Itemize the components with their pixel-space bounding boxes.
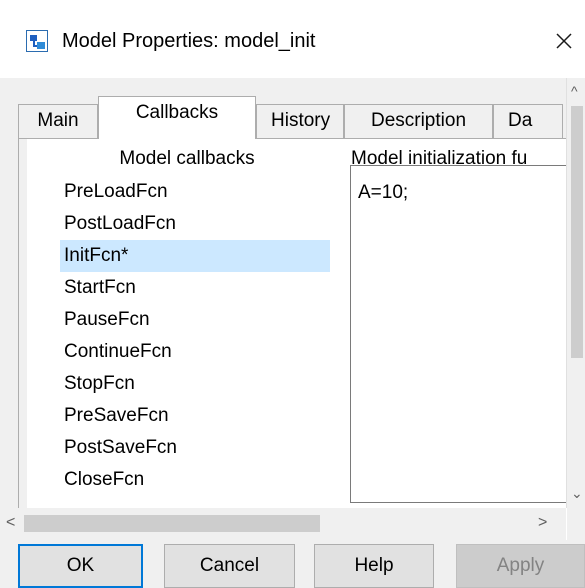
callback-item-startfcn[interactable]: StartFcn: [60, 272, 330, 304]
tab-history[interactable]: History: [256, 104, 344, 138]
scroll-up-icon[interactable]: ^: [571, 84, 578, 98]
scroll-left-icon[interactable]: <: [6, 515, 15, 531]
callback-item-preloadfcn[interactable]: PreLoadFcn: [60, 176, 330, 208]
callback-code-editor[interactable]: [350, 165, 567, 503]
callback-item-presavefcn[interactable]: PreSaveFcn: [60, 400, 330, 432]
callback-item-stopfcn[interactable]: StopFcn: [60, 368, 330, 400]
editor-code-text[interactable]: A=10;: [358, 181, 408, 205]
vertical-scroll-thumb[interactable]: [571, 106, 583, 358]
ok-button[interactable]: OK: [18, 544, 143, 588]
apply-button[interactable]: Apply: [456, 544, 585, 588]
scroll-down-icon[interactable]: ⌄: [571, 486, 583, 500]
model-properties-dialog: Model Properties: model_init Main Callba…: [0, 0, 585, 588]
callbacks-list: PreLoadFcn PostLoadFcn InitFcn* StartFcn…: [60, 176, 330, 496]
title-bar: Model Properties: model_init: [0, 0, 585, 78]
tab-callbacks[interactable]: Callbacks: [98, 96, 256, 139]
tab-description[interactable]: Description: [344, 104, 493, 138]
close-button[interactable]: [548, 22, 585, 60]
tab-data[interactable]: Da: [493, 104, 563, 138]
horizontal-scrollbar[interactable]: < >: [0, 508, 566, 540]
scroll-right-icon[interactable]: >: [538, 515, 547, 531]
help-button[interactable]: Help: [314, 544, 434, 588]
callback-item-postsavefcn[interactable]: PostSaveFcn: [60, 432, 330, 464]
tab-main[interactable]: Main: [18, 104, 98, 138]
callback-item-initfcn[interactable]: InitFcn*: [60, 240, 330, 272]
callback-item-postloadfcn[interactable]: PostLoadFcn: [60, 208, 330, 240]
close-icon: [556, 33, 572, 49]
callbacks-list-header: Model callbacks: [119, 148, 255, 169]
window-title: Model Properties: model_init: [62, 30, 316, 52]
horizontal-scroll-thumb[interactable]: [24, 515, 320, 532]
callback-item-closefcn[interactable]: CloseFcn: [60, 464, 330, 496]
callback-item-continuefcn[interactable]: ContinueFcn: [60, 336, 330, 368]
callback-item-pausefcn[interactable]: PauseFcn: [60, 304, 330, 336]
cancel-button[interactable]: Cancel: [164, 544, 295, 588]
vertical-scrollbar[interactable]: ^ ⌄: [566, 78, 585, 508]
simulink-model-icon: [26, 30, 48, 52]
